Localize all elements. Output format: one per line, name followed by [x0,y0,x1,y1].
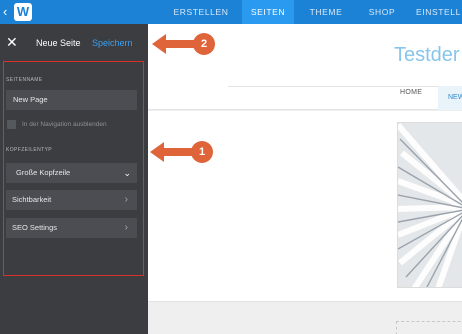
chevron-right-icon: › [124,194,128,205]
weebly-logo-icon: W [14,3,32,21]
nav-new-page-link[interactable]: NEW [438,86,462,110]
annotation-badge-1: 1 [191,141,213,163]
top-toolbar: ‹ W ERSTELLEN SEITEN THEME SHOP EINSTELL [0,0,462,24]
save-button[interactable]: Speichern [92,38,133,48]
header-type-label: KOPFZEILENTYP [6,147,53,153]
tab-shop[interactable]: SHOP [358,0,406,24]
site-title: Testder [394,44,460,66]
close-icon[interactable]: ✕ [6,35,18,49]
nav-home-link[interactable]: HOME [400,89,422,96]
sidebar-header: ✕ Neue Seite Speichern [0,24,148,62]
visibility-label: Sichtbarkeit [12,195,52,204]
hide-navigation-checkbox[interactable] [7,120,16,129]
chevron-left-icon: ‹ [3,4,8,19]
seo-settings-label: SEO Settings [12,223,58,232]
hide-navigation-label: In der Navigation ausblenden [22,121,107,128]
header-image[interactable] [397,122,462,288]
tab-erstellen[interactable]: ERSTELLEN [160,0,242,24]
tab-seiten[interactable]: SEITEN [242,0,294,24]
page-name-input[interactable]: New Page [6,90,137,110]
tab-einstellungen[interactable]: EINSTELL [406,0,462,24]
main-tabs: ERSTELLEN SEITEN THEME SHOP EINSTELL [160,0,462,24]
nav-divider [228,86,462,87]
drop-zone-placeholder [396,321,462,334]
back-button[interactable]: ‹ W [0,0,36,24]
page-settings-sidebar: ✕ Neue Seite Speichern SEITENNAME New Pa… [0,24,148,334]
chevron-right-icon: › [124,222,128,233]
seo-settings-button[interactable]: SEO Settings › [6,218,137,238]
sidebar-title: Neue Seite [36,38,81,48]
header-type-value: Große Kopfzeile [16,168,71,177]
chevron-down-icon: ⌄ [123,168,131,178]
visibility-button[interactable]: Sichtbarkeit › [6,190,137,210]
page-name-label: SEITENNAME [6,77,43,83]
tab-theme[interactable]: THEME [294,0,358,24]
header-type-select[interactable]: Große Kopfzeile ⌄ [6,163,137,183]
annotation-badge-2: 2 [193,33,215,55]
staircase-image-icon [398,123,462,287]
content-divider [148,301,462,302]
